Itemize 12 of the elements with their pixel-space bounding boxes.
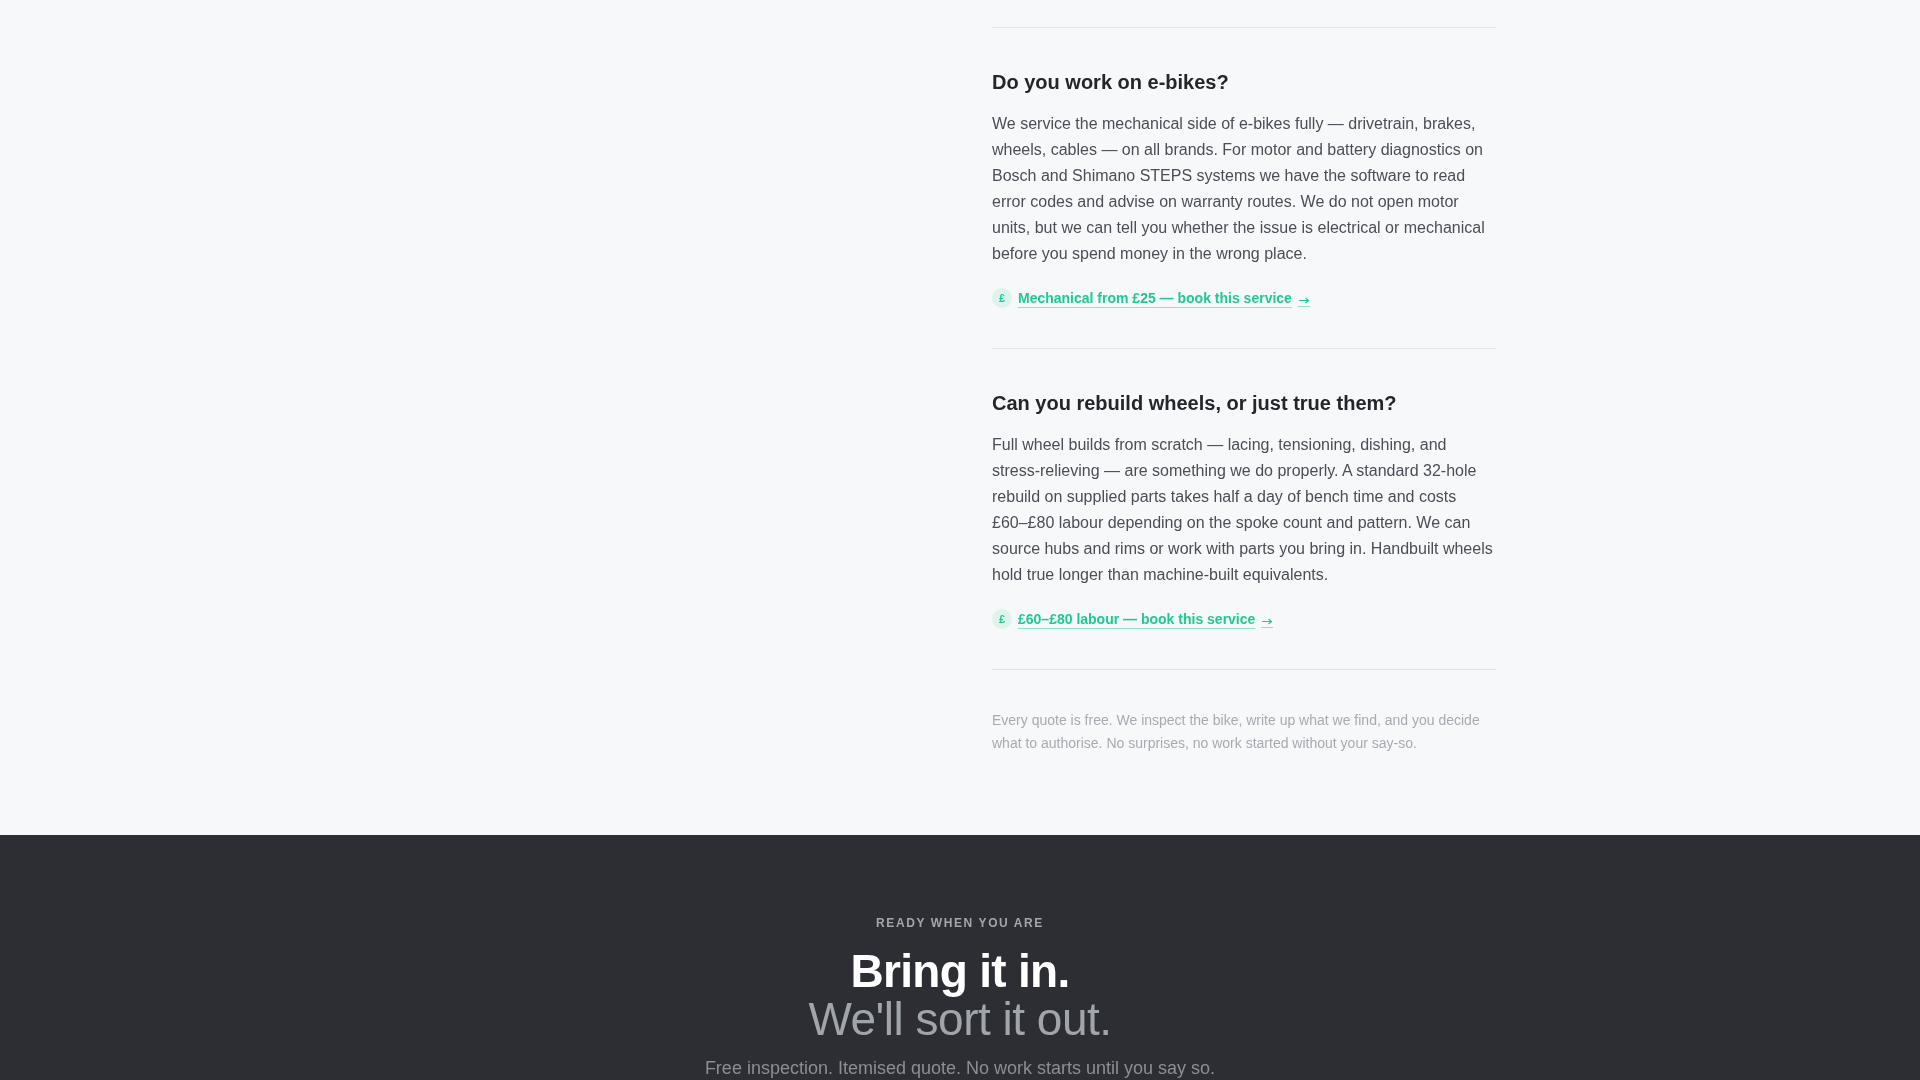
faq-question: Can you rebuild wheels, or just true them? [992, 391, 1398, 416]
faq-answer: Full wheel builds from scratch — lacing, tensioning, dishing, and stress-relieving — are something we do properly. A standard 32-hole rebuild on supplied parts takes half a day of bench time and costs £60–£80 labour depending on the spoke count and pattern. We can source hubs and rims or work with parts you bring in. Handbuilt wheels hold true longer than machine-built equivalents. [992, 435, 1494, 585]
section-eyebrow: READY WHEN YOU ARE [875, 915, 1045, 931]
faq-question: Do you work on e-bikes? [992, 70, 1230, 95]
cta-headline: Bring it in. [849, 947, 1071, 995]
cta-description: Free inspection. Itemised quote. No work starts until you say so. [703, 1058, 1217, 1078]
pound-icon: £ [992, 288, 1012, 308]
book-service-link[interactable]: £60–£80 labour — book this service [1018, 611, 1274, 627]
quote-note: Every quote is free. We inspect the bike, write up what we find, and you decide what to authorise. No surprises, no work started without your say-so. [992, 711, 1481, 753]
pound-icon: £ [992, 609, 1012, 629]
faq-answer: We service the mechanical side of e-bikes fully — drivetrain, brakes, wheels, cables — on all brands. For motor and battery diagnostics on Bosch and Shimano STEPS systems we have the software to read error codes and advise on warranty routes. We do not open motor units, but we can tell you whether the issue is electrical or mechanical before you spend money in the wrong place. [992, 114, 1486, 264]
book-service-link[interactable]: Mechanical from £25 — book this service [1018, 290, 1310, 306]
